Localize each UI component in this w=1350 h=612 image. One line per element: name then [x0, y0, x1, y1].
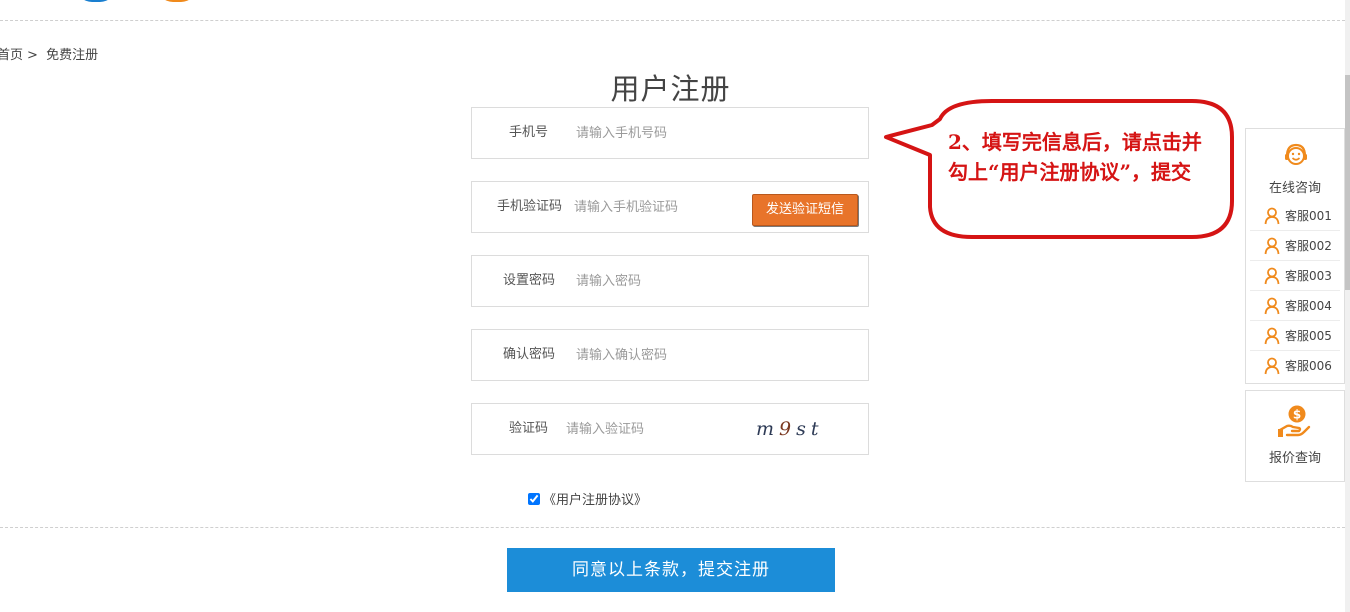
agent-item-003[interactable]: 客服003: [1250, 261, 1340, 291]
captcha-image[interactable]: m9st: [756, 416, 846, 442]
agent-item-001[interactable]: 客服001: [1250, 201, 1340, 231]
captcha-char-3: st: [796, 418, 824, 440]
confirm-password-input[interactable]: [576, 342, 746, 368]
agreement-row: 《用户注册协议》: [528, 489, 647, 508]
bottom-divider: [0, 527, 1345, 528]
password-label: 设置密码: [502, 273, 555, 288]
sms-code-label: 手机验证码: [496, 199, 562, 214]
captcha-char-1: m: [756, 418, 780, 440]
send-sms-button[interactable]: 发送验证短信: [752, 194, 858, 226]
submit-register-button[interactable]: 同意以上条款，提交注册: [507, 548, 835, 592]
agent-list: 客服001 客服002 客服003 客服004 客服005 客服006: [1250, 201, 1340, 380]
agent-item-005[interactable]: 客服005: [1250, 321, 1340, 351]
agent-item-004[interactable]: 客服004: [1250, 291, 1340, 321]
confirm-password-field: 确认密码: [471, 329, 869, 381]
breadcrumb-current: 免费注册: [46, 48, 99, 63]
agreement-link[interactable]: 《用户注册协议》: [543, 489, 647, 508]
phone-input[interactable]: [576, 120, 746, 146]
agent-label: 客服005: [1285, 329, 1332, 343]
user-icon: [1264, 327, 1280, 344]
password-input[interactable]: [576, 268, 746, 294]
scrollbar-thumb[interactable]: [1345, 75, 1350, 290]
online-consult-label[interactable]: 在线咨询: [1246, 177, 1344, 196]
captcha-input[interactable]: [566, 416, 726, 442]
user-icon: [1264, 207, 1280, 224]
top-divider: [0, 20, 1345, 21]
captcha-field: 验证码 m9st: [471, 403, 869, 455]
quote-inquiry-label: 报价查询: [1268, 451, 1321, 466]
logo-right-icon: [157, 0, 197, 2]
agent-label: 客服006: [1285, 359, 1332, 373]
captcha-char-2: 9: [779, 418, 797, 440]
sms-code-field: 手机验证码 发送验证短信: [471, 181, 869, 233]
password-field: 设置密码: [471, 255, 869, 307]
agent-item-002[interactable]: 客服002: [1250, 231, 1340, 261]
agent-label: 客服001: [1285, 209, 1332, 223]
breadcrumb-home-link[interactable]: 首页: [0, 48, 23, 63]
confirm-password-label: 确认密码: [502, 347, 555, 362]
breadcrumb: 首页 > 免费注册: [0, 44, 102, 63]
agent-label: 客服002: [1285, 239, 1332, 253]
user-icon: [1264, 357, 1280, 374]
user-icon: [1264, 297, 1280, 314]
phone-field: 手机号: [471, 107, 869, 159]
hand-coin-icon: $: [1278, 403, 1312, 443]
online-consult-panel: 在线咨询 客服001 客服002 客服003 客服004 客服005 客服006: [1245, 128, 1345, 384]
user-icon: [1264, 237, 1280, 254]
agent-label: 客服004: [1285, 299, 1332, 313]
agreement-checkbox[interactable]: [528, 492, 540, 505]
callout-text: 2、填写完信息后，请点击并勾上“用户注册协议”，提交: [948, 130, 1202, 184]
quote-inquiry-panel[interactable]: $ 报价查询: [1245, 390, 1345, 482]
sms-code-input[interactable]: [574, 194, 744, 220]
captcha-label: 验证码: [508, 421, 548, 436]
svg-text:$: $: [1293, 408, 1301, 422]
headset-smile-icon[interactable]: [1282, 141, 1310, 173]
instruction-callout: 2、填写完信息后，请点击并勾上“用户注册协议”，提交: [882, 97, 1240, 243]
logo-left-icon: [76, 0, 116, 2]
phone-label: 手机号: [508, 125, 548, 140]
agent-item-006[interactable]: 客服006: [1250, 351, 1340, 380]
user-icon: [1264, 267, 1280, 284]
breadcrumb-separator: >: [27, 48, 38, 63]
agent-label: 客服003: [1285, 269, 1332, 283]
